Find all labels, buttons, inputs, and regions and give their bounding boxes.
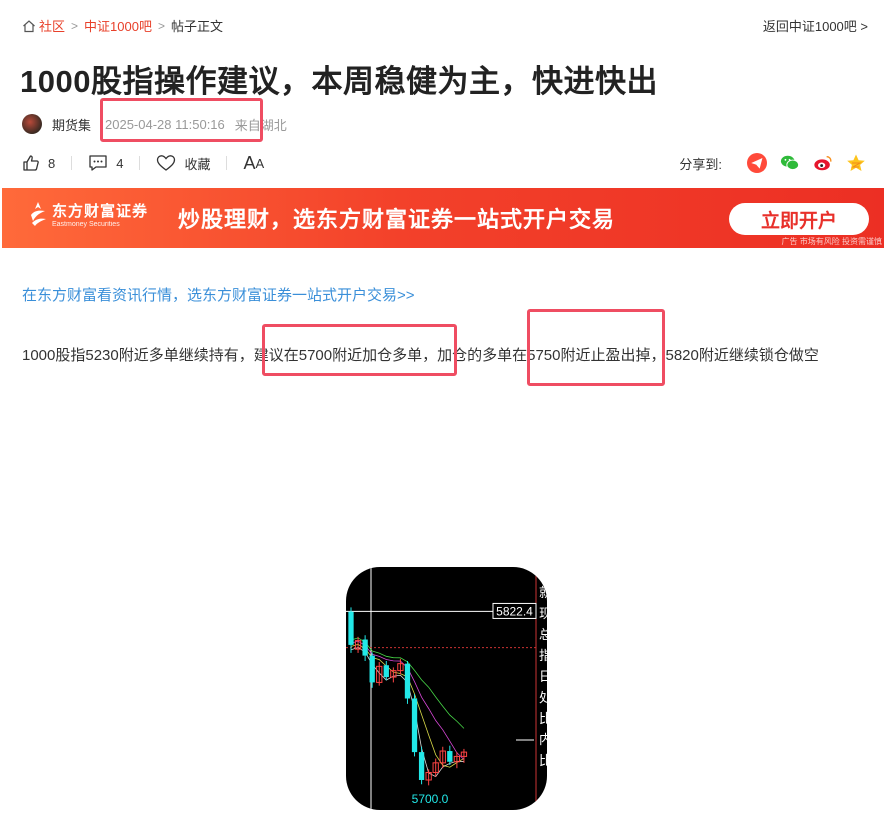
home-icon [23,19,35,32]
qzone-star-icon[interactable] [846,153,866,173]
side-text-glyph: 处 [539,691,547,706]
side-text-glyph: 指 [539,649,547,664]
thumbs-up-icon [23,155,39,171]
comment-icon [89,155,107,171]
candle-body-down [383,665,389,678]
like-count: 8 [48,155,56,171]
ad-slogan: 炒股理财，选东方财富证券一站式开户交易 [178,207,616,232]
post-body: 1000股指5230附近多单继续持有，建议在5700附近加仓多单，加仓的多单在5… [22,344,819,365]
side-text-glyph: 就 [539,586,547,601]
candle-body-down [447,751,453,762]
divider [71,156,73,170]
kline-chart: 5822.45700.0就现总指日处比内比 [346,567,547,810]
divider [226,156,228,170]
candle-body-down [348,611,354,645]
price-label-low: 5700.0 [412,792,449,806]
telegram-icon[interactable] [747,153,767,173]
avatar[interactable] [22,114,42,134]
candle-body-down [369,655,375,683]
kline-chart-image: 5822.4 5700.0 就现总指日处比内比 [346,567,547,810]
share-bar: 分享到: [679,152,866,174]
weibo-icon[interactable] [813,153,833,173]
breadcrumb-community[interactable]: 社区 [39,16,65,35]
side-text-glyph: 总 [539,628,547,643]
side-text-glyph: 日 [539,670,547,685]
font-size-big: A [243,152,256,173]
body-part-1: 1000股指5230附近多单继续持有， [22,347,254,364]
side-text-glyph: 比 [539,754,547,769]
candle-body-down [411,698,418,753]
body-part-3: ，加仓的多单在5750附近止盈出掉，5820附近继续锁仓做空 [422,347,819,364]
favorite-label: 收藏 [184,156,211,172]
ad-disclaimer: 广告 市场有风险 投资需谨慎 [781,237,882,246]
post-location: 来自湖北 [234,117,287,133]
share-label: 分享到: [679,156,722,172]
divider [139,156,141,170]
like-button[interactable]: 8 [22,154,55,172]
chevron-right-icon: > [157,18,165,33]
back-link-label: 返回中证1000吧 [762,19,857,34]
ad-logo: 东方财富证券 Eastmoney Securities [28,200,148,228]
candle-body-down [404,663,411,699]
ad-banner[interactable]: 东方财富证券 Eastmoney Securities 炒股理财，选东方财富证券… [2,188,884,248]
price-label-high: 5822.4 [496,604,533,618]
promo-link[interactable]: 在东方财富看资讯行情，选东方财富证券一站式开户交易>> [22,284,415,305]
wechat-icon[interactable] [780,153,800,173]
post-time: 2025-04-28 11:50:16 [105,116,225,132]
post-meta: 期货集 2025-04-28 11:50:16 来自湖北 [22,113,287,135]
ad-brand-en: Eastmoney Securities [52,221,120,228]
chevron-right-icon: > [71,18,79,33]
breadcrumb-forum[interactable]: 中证1000吧 [84,16,152,35]
body-part-2: 建议在5700附近加仓多单 [253,347,423,364]
candle-body-down [362,639,368,656]
comment-button[interactable]: 4 [88,154,123,172]
post-actions: 8 4 收藏 AA [22,152,264,174]
breadcrumb: 社区 > 中证1000吧 > 帖子正文 [22,16,223,35]
post-title: 1000股指操作建议，本周稳健为主，快进快出 [20,64,658,99]
eastmoney-logo-icon [31,202,46,226]
ad-brand: 东方财富证券 [52,203,149,220]
favorite-button[interactable]: 收藏 [156,154,210,173]
side-text-glyph: 现 [539,607,547,622]
author-name[interactable]: 期货集 [52,115,91,134]
open-account-button[interactable]: 立即开户 [729,203,869,235]
side-text-glyph: 比 [539,712,547,727]
side-text-glyph: 内 [539,732,547,748]
chevron-right-icon: > [860,19,868,34]
back-to-forum-link[interactable]: 返回中证1000吧 > [763,16,868,35]
comment-count: 4 [116,155,124,171]
font-size-small: A [255,155,265,171]
candle-body-down [418,752,425,780]
heart-icon [157,155,176,171]
breadcrumb-current: 帖子正文 [170,19,223,34]
font-size-toggle[interactable]: AA [243,153,264,174]
